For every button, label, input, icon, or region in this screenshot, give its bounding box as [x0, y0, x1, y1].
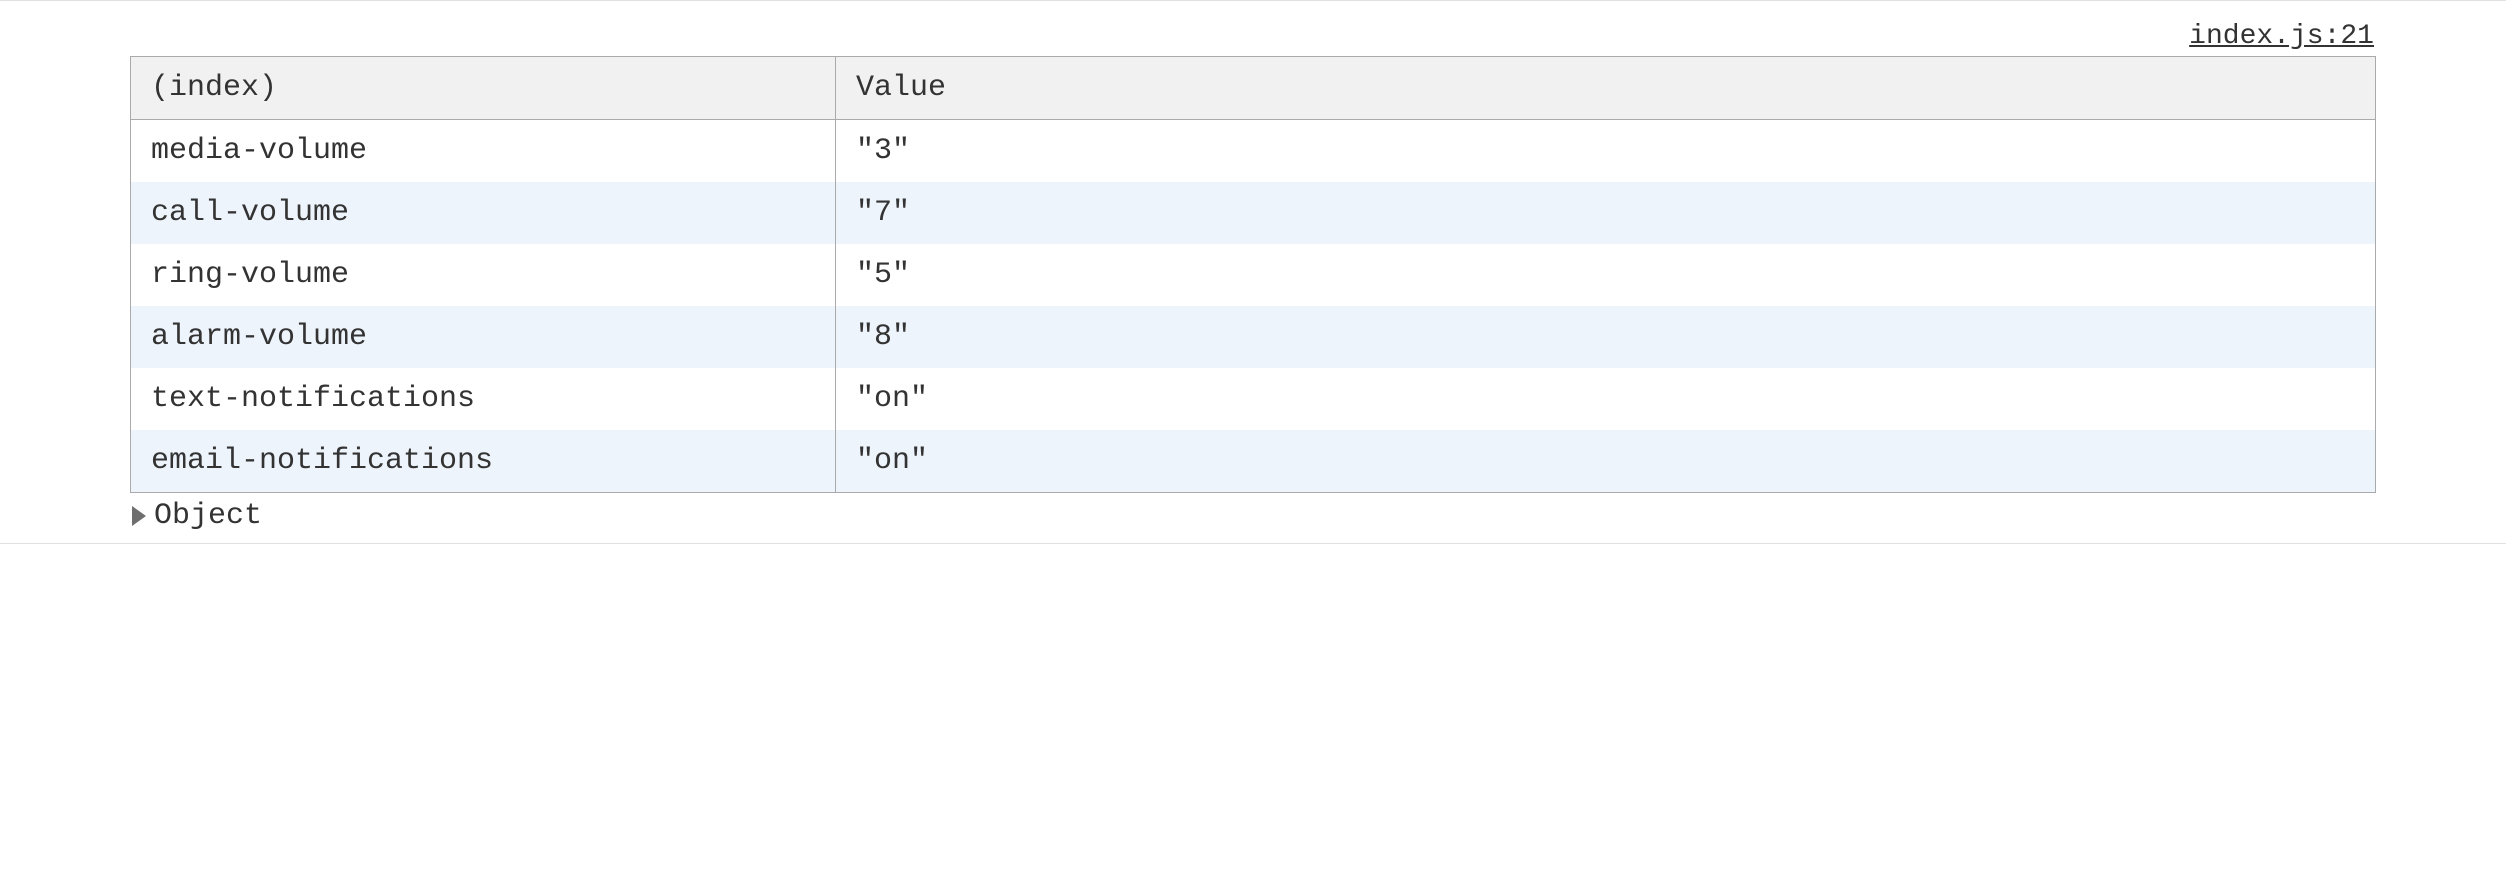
cell-index: ring-volume: [131, 244, 836, 306]
source-link[interactable]: index.js:21: [130, 21, 2376, 52]
header-index[interactable]: (index): [131, 57, 836, 120]
object-expand-row[interactable]: Object: [130, 499, 2376, 533]
console-table: (index) Value media-volume "3" call-volu…: [130, 56, 2376, 493]
header-value[interactable]: Value: [836, 57, 2376, 120]
cell-index: alarm-volume: [131, 306, 836, 368]
object-label: Object: [154, 499, 262, 533]
cell-value: "8": [836, 306, 2376, 368]
cell-value: "on": [836, 430, 2376, 493]
table-header-row: (index) Value: [131, 57, 2376, 120]
table-row[interactable]: alarm-volume "8": [131, 306, 2376, 368]
cell-value: "on": [836, 368, 2376, 430]
table-row[interactable]: ring-volume "5": [131, 244, 2376, 306]
cell-index: call-volume: [131, 182, 836, 244]
console-output: index.js:21 (index) Value media-volume "…: [0, 21, 2506, 533]
cell-index: text-notifications: [131, 368, 836, 430]
expand-triangle-icon: [132, 506, 146, 526]
table-row[interactable]: email-notifications "on": [131, 430, 2376, 493]
table-row[interactable]: text-notifications "on": [131, 368, 2376, 430]
cell-index: email-notifications: [131, 430, 836, 493]
cell-value: "5": [836, 244, 2376, 306]
cell-value: "7": [836, 182, 2376, 244]
table-row[interactable]: call-volume "7": [131, 182, 2376, 244]
table-row[interactable]: media-volume "3": [131, 120, 2376, 183]
cell-index: media-volume: [131, 120, 836, 183]
cell-value: "3": [836, 120, 2376, 183]
